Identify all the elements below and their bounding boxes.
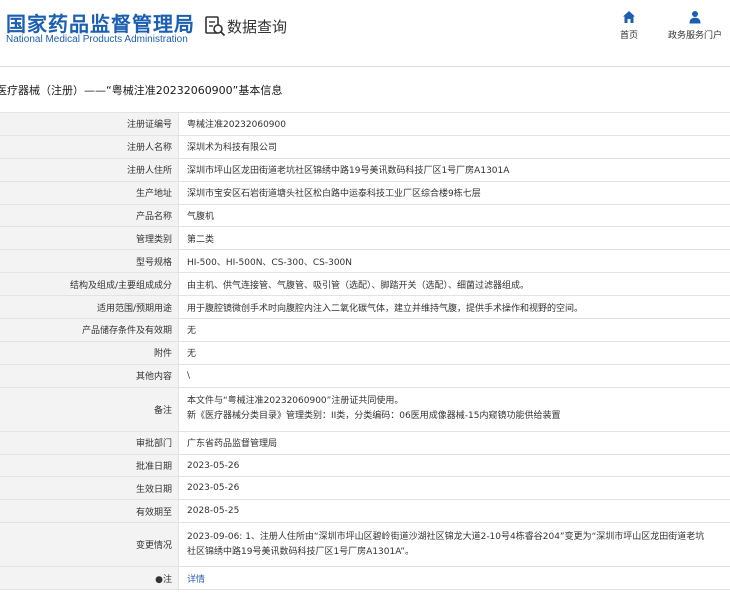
table-row: ●注 详情 — [0, 566, 730, 591]
field-value: 气腹机 — [178, 203, 730, 228]
table-row: 型号规格 HI-500、HI-500N、CS-300、CS-300N — [0, 249, 730, 274]
table-row: 适用范围/预期用途 用于腹腔镜微创手术时向腹腔内注入二氧化碳气体，建立并维持气腹… — [0, 295, 730, 320]
table-row: 有效期至 2028-05-25 — [0, 499, 730, 524]
nav-home-label: 首页 — [619, 31, 638, 41]
field-value: 由主机、供气连接管、气腹管、吸引管（选配）、脚踏开关（选配）、细菌过滤器组成。 — [178, 272, 730, 297]
field-value: 详情 — [178, 566, 730, 591]
page-title-breadcrumb: 医疗器械（注册）——“粤械注准20232060900”基本信息 — [0, 84, 283, 97]
field-label: 附件 — [0, 340, 179, 365]
site-logo-chinese[interactable]: 国家药品监督管理局 — [6, 8, 195, 37]
data-query-icon — [205, 16, 226, 37]
field-label: 其他内容 — [0, 363, 179, 388]
field-value: 无 — [178, 318, 730, 342]
table-row: 审批部门 广东省药品监督管理局 — [0, 430, 730, 455]
table-row: 注册人住所 深圳市坪山区龙田街道老坑社区锦绣中路19号美讯数码科技厂区1号厂房A… — [0, 157, 730, 182]
field-label: 生产地址 — [0, 180, 179, 205]
table-row: 其他内容 \ — [0, 363, 730, 388]
remark-line: 本文件与“粤械注准20232060900”注册证共同使用。 — [187, 396, 404, 407]
table-row: 产品名称 气腹机 — [0, 203, 730, 228]
data-query-title: 数据查询 — [227, 18, 288, 36]
field-value: 深圳术为科技有限公司 — [178, 134, 730, 159]
details-link[interactable]: 详情 — [187, 575, 205, 585]
field-value: 深圳市坪山区龙田街道老坑社区锦绣中路19号美讯数码科技厂区1号厂房A1301A — [178, 157, 730, 182]
field-label: 产品名称 — [0, 203, 179, 228]
field-label: 批准日期 — [0, 453, 179, 478]
remark-line: 新《医疗器械分类目录》管理类别：II类，分类编码：06医用成像器械-15内窥镜功… — [187, 411, 561, 422]
table-row: 备注 本文件与“粤械注准20232060900”注册证共同使用。 新《医疗器械分… — [0, 386, 730, 432]
table-row: 产品储存条件及有效期 无 — [0, 318, 730, 342]
home-icon — [623, 11, 635, 23]
field-value: HI-500、HI-500N、CS-300、CS-300N — [178, 249, 730, 274]
field-label: 生效日期 — [0, 476, 179, 501]
field-label: ●注 — [0, 566, 179, 591]
field-value: \ — [178, 363, 730, 388]
nav-home[interactable]: 首页 — [612, 10, 646, 41]
field-value: 广东省药品监督管理局 — [178, 430, 730, 455]
table-row: 附件 无 — [0, 340, 730, 365]
field-value: 粤械注准20232060900 — [178, 112, 730, 136]
table-row: 生产地址 深圳市宝安区石岩街道塘头社区松白路中运泰科技工业厂区综合楼9栋七层 — [0, 180, 730, 205]
field-value: 深圳市宝安区石岩街道塘头社区松白路中运泰科技工业厂区综合楼9栋七层 — [178, 180, 730, 205]
field-value: 无 — [178, 340, 730, 365]
field-value: 2028-05-25 — [178, 499, 730, 524]
site-header: 国家药品监督管理局 National Medical Products Admi… — [0, 0, 730, 60]
registration-info-table: 注册证编号 粤械注准20232060900 注册人名称 深圳术为科技有限公司 注… — [0, 112, 730, 591]
field-label: 注册人名称 — [0, 134, 179, 159]
field-value: 2023-05-26 — [178, 476, 730, 501]
field-label: 注册证编号 — [0, 112, 179, 136]
table-row: 生效日期 2023-05-26 — [0, 476, 730, 501]
field-label: 注册人住所 — [0, 157, 179, 182]
field-label: 有效期至 — [0, 499, 179, 524]
field-value: 第二类 — [178, 226, 730, 251]
field-value: 本文件与“粤械注准20232060900”注册证共同使用。 新《医疗器械分类目录… — [178, 386, 730, 432]
table-row: 批准日期 2023-05-26 — [0, 453, 730, 478]
note-label: 注 — [162, 574, 172, 585]
field-value: 2023-09-06: 1、注册人住所由“深圳市坪山区碧岭街道沙湖社区锦龙大道2… — [178, 522, 730, 568]
change-line: 2023-09-06: 1、注册人住所由“深圳市坪山区碧岭街道沙湖社区锦龙大道2… — [187, 531, 705, 542]
field-value: 2023-05-26 — [178, 453, 730, 478]
header-divider — [0, 66, 730, 67]
field-value: 用于腹腔镜微创手术时向腹腔内注入二氧化碳气体，建立并维持气腹，提供手术操作和视野… — [178, 295, 730, 320]
field-label: 型号规格 — [0, 249, 179, 274]
site-logo-english[interactable]: National Medical Products Administration — [6, 34, 188, 45]
field-label: 产品储存条件及有效期 — [0, 318, 179, 342]
user-icon — [689, 11, 701, 24]
change-line: 社区锦绣中路19号美讯数码科技厂区1号厂房A1301A”。 — [187, 546, 414, 557]
field-label: 备注 — [0, 386, 179, 432]
field-label: 管理类别 — [0, 226, 179, 251]
field-label: 审批部门 — [0, 430, 179, 455]
nav-service-portal-label: 政务服务门户 — [667, 31, 722, 41]
table-row: 结构及组成/主要组成成分 由主机、供气连接管、气腹管、吸引管（选配）、脚踏开关（… — [0, 272, 730, 297]
table-row: 变更情况 2023-09-06: 1、注册人住所由“深圳市坪山区碧岭街道沙湖社区… — [0, 522, 730, 568]
table-row: 注册人名称 深圳术为科技有限公司 — [0, 134, 730, 159]
nav-service-portal[interactable]: 政务服务门户 — [664, 10, 726, 41]
note-bullet-icon: ● — [155, 574, 163, 585]
table-row: 注册证编号 粤械注准20232060900 — [0, 112, 730, 136]
field-label: 适用范围/预期用途 — [0, 295, 179, 320]
table-row: 管理类别 第二类 — [0, 226, 730, 251]
field-label: 结构及组成/主要组成成分 — [0, 272, 179, 297]
field-label: 变更情况 — [0, 522, 179, 568]
